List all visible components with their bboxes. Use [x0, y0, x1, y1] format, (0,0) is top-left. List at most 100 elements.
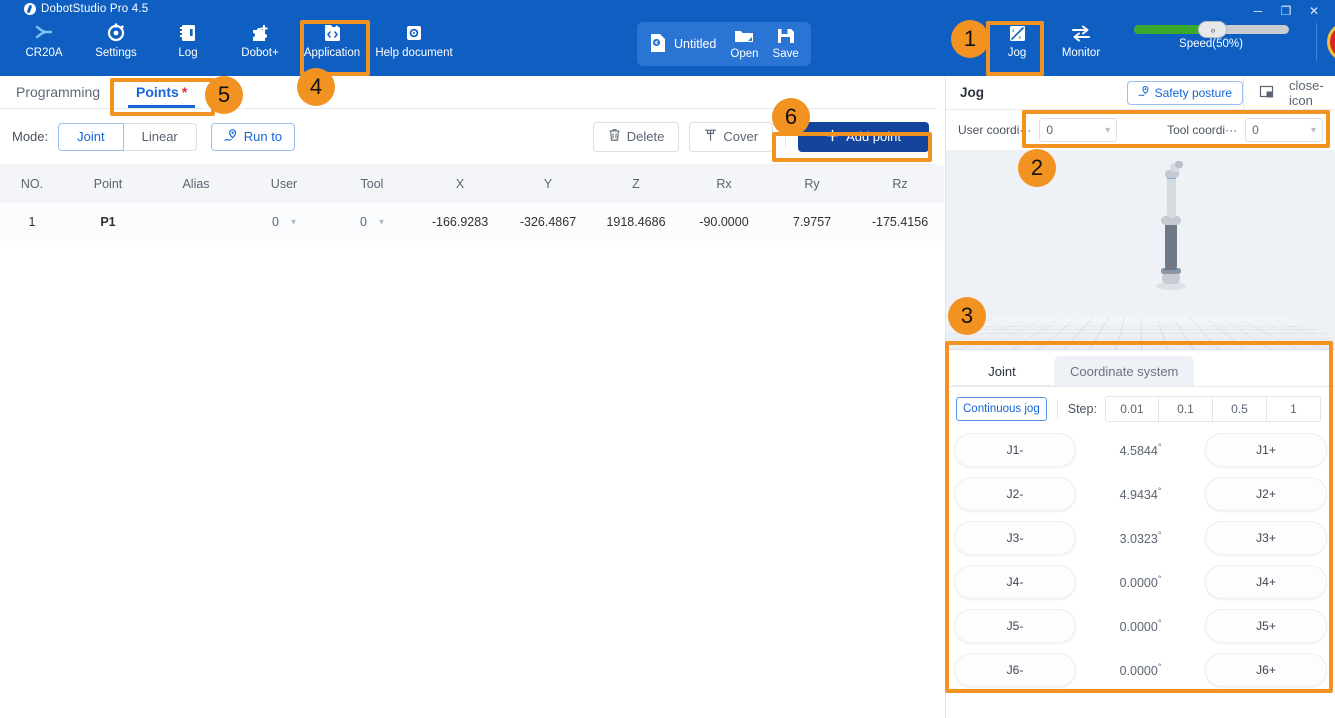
tab-programming[interactable]: Programming [12, 84, 104, 108]
mode-segmented-control: Joint Linear [58, 123, 197, 151]
add-point-button[interactable]: Add point [798, 122, 929, 152]
ribbon-button-log[interactable]: Log [152, 22, 224, 59]
trash-icon [608, 128, 621, 145]
emergency-stop-icon[interactable] [1327, 22, 1335, 62]
delete-label: Delete [627, 129, 665, 144]
jog-j2-plus-button[interactable]: J2+ [1205, 477, 1327, 511]
cell-ry[interactable]: 7.9757 [768, 203, 856, 241]
col-x: X [416, 165, 504, 203]
save-button[interactable]: Save [773, 28, 799, 60]
safety-posture-button[interactable]: Safety posture [1127, 81, 1243, 105]
step-option-0-1[interactable]: 0.1 [1159, 396, 1213, 422]
cell-z[interactable]: 1918.4686 [592, 203, 680, 241]
restore-button[interactable]: ❐ [1273, 2, 1299, 20]
ribbon-button-help-document[interactable]: Help document [368, 22, 460, 59]
speed-slider[interactable]: ‹› [1134, 25, 1289, 34]
cell-point[interactable]: P1 [64, 203, 152, 241]
step-option-1[interactable]: 1 [1267, 396, 1321, 422]
delete-button[interactable]: Delete [593, 122, 680, 152]
joint-j6-value: 0.0000° [1076, 662, 1205, 678]
ribbon-button-jog[interactable]: xx Jog [988, 22, 1046, 59]
tab-points[interactable]: Points* [132, 84, 191, 108]
top-ribbon: DobotStudio Pro 4.5 ─ ❐ ✕ CR20A Settings… [0, 0, 1335, 76]
tool-coord-select[interactable]: 0 ▾ [1245, 118, 1323, 142]
ribbon-button-dobot-plus[interactable]: Dobot+ [224, 22, 296, 59]
close-window-button[interactable]: ✕ [1301, 2, 1327, 20]
ribbon-label-log: Log [178, 47, 197, 59]
step-options-group: 0.01 0.1 0.5 1 [1105, 396, 1321, 422]
step-label: Step: [1068, 402, 1097, 416]
joint-j4-number: 0.0000 [1120, 576, 1158, 590]
joint-row-j1: J1- 4.5844° J1+ [954, 431, 1327, 469]
jog-j4-minus-button[interactable]: J4- [954, 565, 1076, 599]
cell-user[interactable]: 0 ▾ [240, 203, 328, 241]
jog-j6-minus-button[interactable]: J6- [954, 653, 1076, 687]
joint-j1-unit: ° [1158, 442, 1162, 452]
open-button[interactable]: Open [730, 28, 758, 60]
ribbon-button-settings[interactable]: Settings [80, 22, 152, 59]
popout-window-icon[interactable] [1243, 76, 1289, 110]
annotation-marker-5: 5 [205, 76, 243, 114]
joint-j2-number: 4.9434 [1120, 488, 1158, 502]
step-option-0-01[interactable]: 0.01 [1105, 396, 1159, 422]
step-controls: Continuous jog Step: 0.01 0.1 0.5 1 [946, 387, 1335, 431]
points-toolbar-right: Delete Cover Add point [583, 122, 929, 152]
ribbon-label-help-document: Help document [375, 47, 452, 59]
run-to-button[interactable]: Run to [211, 123, 295, 151]
cell-tool-value: 0 [360, 215, 367, 229]
continuous-jog-button[interactable]: Continuous jog [956, 397, 1047, 421]
close-icon[interactable]: close-icon [1289, 76, 1335, 110]
cell-alias[interactable] [152, 203, 240, 241]
col-user: User [240, 165, 328, 203]
table-header-row: NO. Point Alias User Tool X Y Z Rx Ry Rz [0, 165, 944, 203]
save-label: Save [773, 48, 799, 60]
jog-j3-plus-button[interactable]: J3+ [1205, 521, 1327, 555]
jog-j6-plus-button[interactable]: J6+ [1205, 653, 1327, 687]
tab-coordinate-system[interactable]: Coordinate system [1054, 356, 1194, 386]
jog-panel: Jog Safety posture close-icon User coord… [945, 76, 1335, 718]
table-row[interactable]: 1 P1 0 ▾ 0 ▾ -166.9283 -326.4867 [0, 203, 944, 241]
jog-j2-minus-button[interactable]: J2- [954, 477, 1076, 511]
joint-row-j6: J6- 0.0000° J6+ [954, 651, 1327, 689]
ribbon-button-group: CR20A Settings Log Dobot+ Application [8, 22, 460, 59]
jog-j5-minus-button[interactable]: J5- [954, 609, 1076, 643]
annotation-marker-6: 6 [772, 98, 810, 136]
col-ry: Ry [768, 165, 856, 203]
jog-j3-minus-button[interactable]: J3- [954, 521, 1076, 555]
gear-icon [106, 22, 126, 44]
cell-x[interactable]: -166.9283 [416, 203, 504, 241]
tool-coord-label: Tool coordi··· [1167, 123, 1237, 137]
monitor-arrows-icon [1070, 22, 1092, 44]
speed-slider-knob[interactable]: ‹› [1198, 21, 1227, 38]
robot-3d-viewport[interactable] [946, 150, 1335, 350]
annotation-marker-2: 2 [1018, 149, 1056, 187]
file-name-label: Untitled [674, 37, 716, 51]
mode-joint-button[interactable]: Joint [58, 123, 123, 151]
ribbon-label-monitor: Monitor [1062, 47, 1100, 59]
cell-tool[interactable]: 0 ▾ [328, 203, 416, 241]
ribbon-button-cr20a[interactable]: CR20A [8, 22, 80, 59]
cell-rx[interactable]: -90.0000 [680, 203, 768, 241]
minimize-button[interactable]: ─ [1245, 2, 1271, 20]
tab-joint[interactable]: Joint [952, 356, 1052, 386]
jog-j5-plus-button[interactable]: J5+ [1205, 609, 1327, 643]
joint-j4-value: 0.0000° [1076, 574, 1205, 590]
ribbon-button-monitor[interactable]: Monitor [1046, 22, 1116, 59]
file-group: Untitled Open Save [637, 22, 811, 66]
jog-j4-plus-button[interactable]: J4+ [1205, 565, 1327, 599]
col-point: Point [64, 165, 152, 203]
plus-icon [826, 129, 839, 145]
speed-control[interactable]: ‹› Speed(50%) [1116, 22, 1306, 50]
cell-rz[interactable]: -175.4156 [856, 203, 944, 241]
jog-j1-minus-button[interactable]: J1- [954, 433, 1076, 467]
mode-label: Mode: [12, 129, 48, 144]
current-file[interactable]: Untitled [649, 33, 716, 56]
user-coord-select[interactable]: 0 ▾ [1039, 118, 1117, 142]
cell-y[interactable]: -326.4867 [504, 203, 592, 241]
mode-linear-button[interactable]: Linear [124, 123, 197, 151]
cover-button[interactable]: Cover [689, 122, 773, 152]
ribbon-button-application[interactable]: Application [296, 22, 368, 59]
step-option-0-5[interactable]: 0.5 [1213, 396, 1267, 422]
log-book-icon [178, 22, 198, 44]
jog-j1-plus-button[interactable]: J1+ [1205, 433, 1327, 467]
